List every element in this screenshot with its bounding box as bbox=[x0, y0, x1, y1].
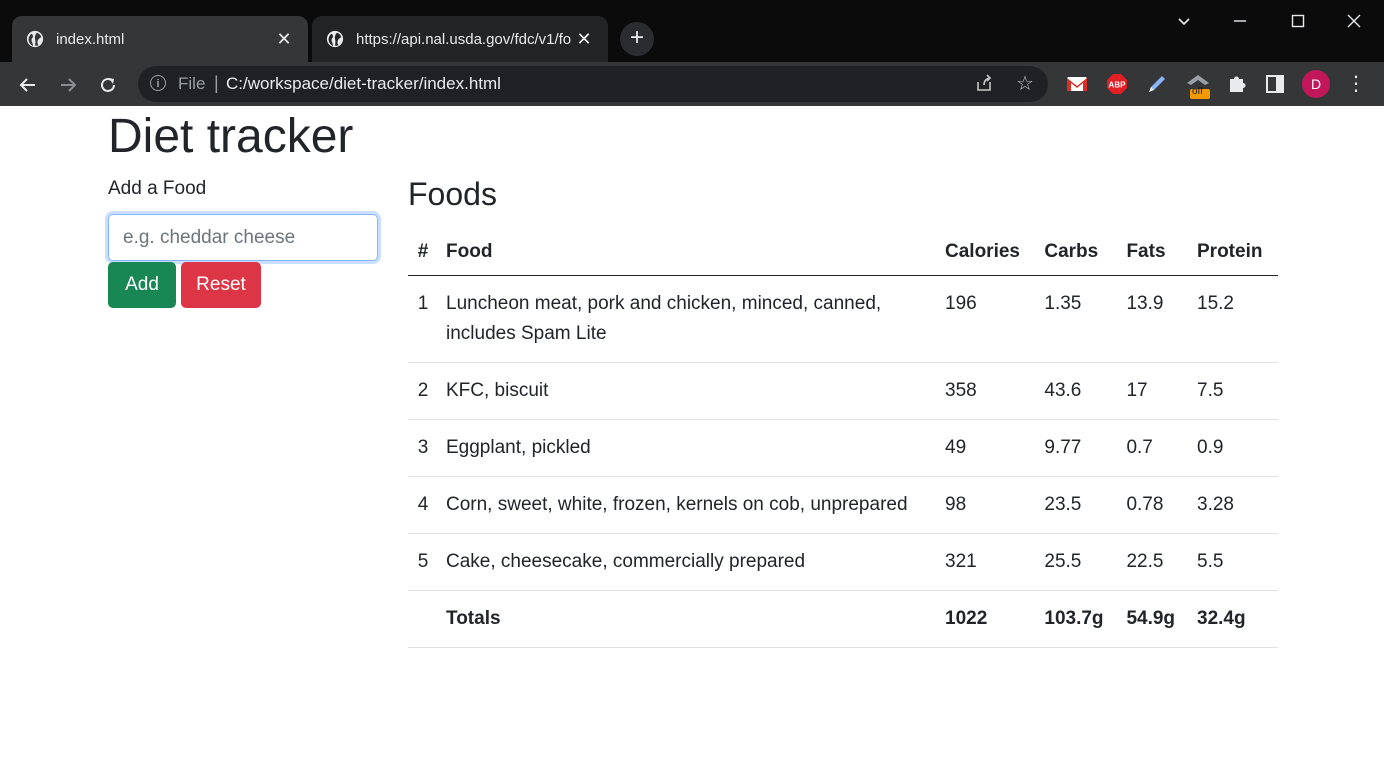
total-calories: 1022 bbox=[937, 590, 1037, 648]
total-fats: 54.9g bbox=[1118, 590, 1189, 648]
totals-row: Totals 1022 103.7g 54.9g 32.4g bbox=[408, 590, 1278, 648]
fats-cell: 22.5 bbox=[1118, 533, 1189, 591]
adblock-plus-icon[interactable]: ABP bbox=[1106, 73, 1128, 95]
food-name: Corn, sweet, white, frozen, kernels on c… bbox=[438, 476, 937, 534]
profile-avatar[interactable]: D bbox=[1302, 70, 1330, 98]
row-number: 4 bbox=[408, 476, 438, 534]
totals-label: Totals bbox=[438, 590, 937, 648]
sidepanel-icon[interactable] bbox=[1264, 73, 1286, 95]
calories-cell: 196 bbox=[937, 275, 1037, 363]
table-row: 4 Corn, sweet, white, frozen, kernels on… bbox=[408, 476, 1278, 534]
row-number: 5 bbox=[408, 533, 438, 591]
fats-cell: 0.78 bbox=[1118, 476, 1189, 534]
totals-number-cell bbox=[408, 590, 438, 648]
calories-cell: 98 bbox=[937, 476, 1037, 534]
bookmark-star-icon[interactable]: ☆ bbox=[1016, 71, 1034, 96]
total-carbs: 103.7g bbox=[1036, 590, 1119, 648]
gmail-icon[interactable] bbox=[1066, 73, 1088, 95]
protein-cell: 3.28 bbox=[1189, 476, 1278, 534]
svg-text:ABP: ABP bbox=[1109, 81, 1127, 90]
url-scheme: File bbox=[178, 74, 206, 93]
page-title: Diet tracker bbox=[108, 110, 354, 163]
header-food: Food bbox=[438, 229, 937, 276]
carbs-cell: 23.5 bbox=[1036, 476, 1119, 534]
url-separator: | bbox=[214, 73, 219, 93]
food-name: KFC, biscuit bbox=[438, 362, 937, 420]
food-search-input[interactable] bbox=[108, 214, 378, 261]
close-window-icon[interactable] bbox=[1326, 0, 1382, 40]
more-menu-icon[interactable]: ⋮ bbox=[1346, 68, 1366, 100]
food-name: Cake, cheesecake, commercially prepared bbox=[438, 533, 937, 591]
protein-cell: 15.2 bbox=[1189, 275, 1278, 363]
carbs-cell: 1.35 bbox=[1036, 275, 1119, 363]
tab-title: https://api.nal.usda.gov/fdc/v1/fo bbox=[356, 30, 572, 48]
minimize-icon[interactable] bbox=[1212, 0, 1268, 40]
browser-toolbar: i File | C:/workspace/diet-tracker/index… bbox=[0, 62, 1384, 106]
table-row: 2 KFC, biscuit 358 43.6 17 7.5 bbox=[408, 362, 1278, 420]
header-number: # bbox=[408, 229, 438, 276]
address-bar[interactable]: i File | C:/workspace/diet-tracker/index… bbox=[138, 66, 1048, 102]
foods-heading: Foods bbox=[408, 176, 497, 212]
row-number: 2 bbox=[408, 362, 438, 420]
header-fats: Fats bbox=[1118, 229, 1189, 276]
close-tab-icon[interactable]: ✕ bbox=[574, 29, 594, 50]
carbs-cell: 25.5 bbox=[1036, 533, 1119, 591]
tab-strip: index.html ✕ https://api.nal.usda.gov/fd… bbox=[0, 0, 1384, 62]
globe-icon bbox=[26, 30, 44, 48]
food-name: Luncheon meat, pork and chicken, minced,… bbox=[438, 275, 937, 363]
add-food-label: Add a Food bbox=[108, 178, 207, 199]
table-header-row: # Food Calories Carbs Fats Protein bbox=[408, 229, 1278, 276]
info-icon[interactable]: i bbox=[150, 75, 166, 91]
hat-icon[interactable]: off bbox=[1186, 73, 1210, 99]
fats-cell: 13.9 bbox=[1118, 275, 1189, 363]
puzzle-icon[interactable] bbox=[1226, 73, 1248, 95]
new-tab-button[interactable]: + bbox=[620, 22, 654, 56]
header-carbs: Carbs bbox=[1036, 229, 1119, 276]
row-number: 1 bbox=[408, 275, 438, 363]
browser-chrome: index.html ✕ https://api.nal.usda.gov/fd… bbox=[0, 0, 1384, 106]
reload-icon[interactable] bbox=[92, 68, 124, 100]
back-icon[interactable] bbox=[12, 68, 44, 100]
tab-index[interactable]: index.html ✕ bbox=[12, 16, 308, 62]
tab-api[interactable]: https://api.nal.usda.gov/fdc/v1/fo ✕ bbox=[312, 16, 608, 62]
add-button[interactable]: Add bbox=[108, 262, 176, 308]
carbs-cell: 9.77 bbox=[1036, 419, 1119, 477]
tab-search-icon[interactable] bbox=[1156, 0, 1212, 40]
protein-cell: 0.9 bbox=[1189, 419, 1278, 477]
header-protein: Protein bbox=[1189, 229, 1278, 276]
table-row: 5 Cake, cheesecake, commercially prepare… bbox=[408, 533, 1278, 591]
fats-cell: 0.7 bbox=[1118, 419, 1189, 477]
calories-cell: 321 bbox=[937, 533, 1037, 591]
protein-cell: 7.5 bbox=[1189, 362, 1278, 420]
row-number: 3 bbox=[408, 419, 438, 477]
extension-badge: off bbox=[1192, 86, 1203, 97]
maximize-icon[interactable] bbox=[1270, 0, 1326, 40]
share-icon[interactable] bbox=[974, 73, 994, 98]
table-row: 1 Luncheon meat, pork and chicken, mince… bbox=[408, 275, 1278, 363]
header-calories: Calories bbox=[937, 229, 1037, 276]
globe-icon bbox=[326, 30, 344, 48]
forward-icon[interactable] bbox=[52, 68, 84, 100]
reset-button[interactable]: Reset bbox=[181, 262, 261, 308]
carbs-cell: 43.6 bbox=[1036, 362, 1119, 420]
fats-cell: 17 bbox=[1118, 362, 1189, 420]
protein-cell: 5.5 bbox=[1189, 533, 1278, 591]
total-protein: 32.4g bbox=[1189, 590, 1278, 648]
url-text[interactable]: C:/workspace/diet-tracker/index.html bbox=[226, 74, 501, 94]
tab-title: index.html bbox=[56, 30, 125, 48]
pen-icon[interactable] bbox=[1146, 73, 1168, 95]
foods-table: # Food Calories Carbs Fats Protein 1 Lun… bbox=[408, 229, 1278, 648]
calories-cell: 49 bbox=[937, 419, 1037, 477]
calories-cell: 358 bbox=[937, 362, 1037, 420]
close-tab-icon[interactable]: ✕ bbox=[274, 29, 294, 50]
food-name: Eggplant, pickled bbox=[438, 419, 937, 477]
table-row: 3 Eggplant, pickled 49 9.77 0.7 0.9 bbox=[408, 419, 1278, 477]
